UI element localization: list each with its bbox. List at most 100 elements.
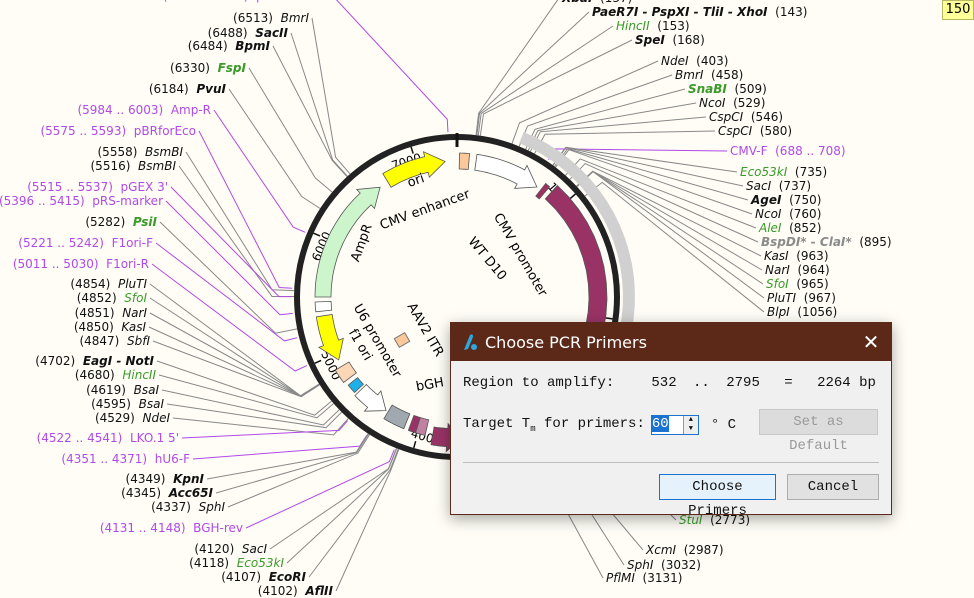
enzyme-site-label[interactable]: (4595) BsaI	[91, 397, 164, 411]
enzyme-site-label[interactable]: (4851) NarI	[75, 306, 147, 320]
enzyme-site-label[interactable]: PluTI (967)	[767, 291, 836, 305]
label-connector	[475, 0, 559, 136]
tm-stepper-arrows[interactable]: ▲ ▼	[682, 416, 698, 434]
enzyme-site-label[interactable]: SphI (3032)	[627, 558, 701, 572]
enzyme-site-label[interactable]: SpeI (168)	[635, 33, 705, 47]
site-name: pGEX 3'	[120, 180, 168, 194]
site-position: (4131 .. 4148)	[99, 521, 186, 535]
site-name: Acc65I	[168, 486, 213, 500]
site-position: (4529)	[94, 411, 135, 425]
enzyme-site-label[interactable]: BlpI (1056)	[767, 305, 837, 319]
enzyme-site-label[interactable]: BspDI* - ClaI* (895)	[761, 235, 892, 249]
primer-label[interactable]: (5515 .. 5537) pGEX 3'	[27, 180, 168, 194]
primer-label[interactable]: (5984 .. 6003) Amp-R	[77, 103, 211, 117]
enzyme-site-label[interactable]: PaeR7I - PspXI - TliI - XhoI (143)	[592, 5, 807, 19]
enzyme-site-label[interactable]: (4120) SacI	[194, 542, 267, 556]
enzyme-site-label[interactable]: Eco53kI (735)	[740, 165, 827, 179]
choose-primers-button[interactable]: Choose Primers	[659, 474, 776, 519]
site-position: (529)	[733, 96, 766, 110]
stepper-down-icon[interactable]: ▼	[684, 425, 698, 434]
enzyme-site-label[interactable]: BmrI (458)	[675, 68, 743, 82]
enzyme-site-label[interactable]: (4850) KasI	[74, 320, 146, 334]
enzyme-site-label[interactable]: CspCI (546)	[709, 110, 783, 124]
enzyme-site-label[interactable]: (4680) HincII	[75, 368, 156, 382]
tm-input[interactable]: 60	[651, 416, 683, 434]
primer-label[interactable]: (7286 .. 7305) pBR322ori-F	[163, 0, 330, 3]
enzyme-site-label[interactable]: (4529) NdeI	[95, 411, 170, 425]
enzyme-site-label[interactable]: AleI (852)	[759, 221, 821, 235]
enzyme-site-label[interactable]: (6484) BpmI	[188, 39, 270, 53]
tm-stepper[interactable]: 60 ▲ ▼	[650, 415, 699, 435]
enzyme-site-label[interactable]: SacI (737)	[746, 179, 811, 193]
site-name: F1ori-R	[106, 257, 149, 271]
primer-label[interactable]: CMV-F (688 .. 708)	[730, 144, 846, 158]
site-name: SacII	[255, 26, 288, 40]
primer-label[interactable]: (5396 .. 5415) pRS-marker	[0, 194, 163, 208]
u6-arrow-feature[interactable]	[354, 383, 387, 412]
tick-mark	[314, 359, 322, 365]
enzyme-site-label[interactable]: NcoI (529)	[699, 96, 765, 110]
enzyme-site-label[interactable]: (6330) FspI	[170, 61, 246, 75]
site-name: BspDI* - ClaI*	[761, 235, 852, 249]
enzyme-site-label[interactable]: (4337) SphI	[151, 500, 225, 514]
enzyme-site-label[interactable]: (4854) PluTI	[70, 277, 147, 291]
enzyme-site-label[interactable]: (5516) BsmBI	[91, 159, 177, 173]
stepper-up-icon[interactable]: ▲	[684, 416, 698, 425]
site-position: (5011 .. 5030)	[12, 257, 99, 271]
enzyme-site-label[interactable]: (4619) BsaI	[86, 383, 159, 397]
enzyme-site-label[interactable]: NdeI (403)	[661, 54, 728, 68]
site-name: BGH-rev	[193, 521, 243, 535]
site-name: SphI	[627, 558, 654, 572]
site-position: (5396 .. 5415)	[0, 194, 85, 208]
enzyme-site-label[interactable]: (4118) Eco53kI	[189, 556, 284, 570]
enzyme-site-label[interactable]: (4852) SfoI	[77, 291, 147, 305]
site-name: SfoI	[766, 277, 789, 291]
app-icon	[464, 334, 477, 350]
site-position: (5282)	[85, 215, 126, 229]
primer-label[interactable]: (5221 .. 5242) F1ori-F	[18, 236, 153, 250]
small-feature-box[interactable]	[458, 152, 471, 170]
tm-value[interactable]: 60	[651, 416, 669, 432]
enzyme-site-label[interactable]: (6513) BmrI	[233, 11, 309, 25]
enzyme-site-label[interactable]: (4702) EagI - NotI	[35, 354, 154, 368]
set-as-default-button[interactable]: Set as Default	[759, 409, 878, 454]
enzyme-site-label[interactable]: KasI (963)	[764, 249, 829, 263]
primer-label[interactable]: (5011 .. 5030) F1ori-R	[13, 257, 149, 271]
enzyme-site-label[interactable]: (5282) PsiI	[85, 215, 157, 229]
cmv-enhancer-feature[interactable]	[474, 153, 538, 189]
enzyme-site-label[interactable]: XcmI (2987)	[646, 543, 724, 557]
enzyme-site-label[interactable]: SfoI (965)	[766, 277, 829, 291]
enzyme-site-label[interactable]: (4349) KpnI	[126, 472, 204, 486]
site-name: CMV-F	[730, 144, 768, 158]
enzyme-site-label[interactable]: (6184) PvuI	[149, 82, 226, 96]
aav2-itr-feature[interactable]	[393, 331, 411, 349]
cancel-button[interactable]: Cancel	[787, 474, 879, 500]
ampr-start-box[interactable]	[314, 300, 333, 313]
enzyme-site-label[interactable]: (6488) SacII	[208, 26, 288, 40]
enzyme-site-label[interactable]: NarI (964)	[765, 263, 830, 277]
enzyme-site-label[interactable]: (5558) BsmBI	[98, 145, 184, 159]
primer-label[interactable]: (4131 .. 4148) BGH-rev	[100, 521, 243, 535]
enzyme-site-label[interactable]: PflMI (3131)	[606, 571, 682, 585]
enzyme-site-label[interactable]: AgeI (750)	[751, 193, 821, 207]
bgh-feature[interactable]	[383, 404, 411, 430]
site-position: (4851)	[74, 306, 115, 320]
enzyme-site-label[interactable]: (4847) SbfI	[79, 334, 150, 348]
enzyme-site-label[interactable]: NcoI (760)	[755, 207, 821, 221]
site-position: (737)	[778, 179, 812, 193]
dialog-title-bar[interactable]: Choose PCR Primers ✕	[451, 323, 891, 361]
primer-label[interactable]: (4351 .. 4371) hU6-F	[61, 452, 190, 466]
enzyme-site-label[interactable]: (4107) EcoRI	[221, 570, 306, 584]
enzyme-site-label[interactable]: CspCI (580)	[718, 124, 792, 138]
site-position: (4107)	[221, 570, 262, 584]
site-name: hU6-F	[154, 452, 190, 466]
enzyme-site-label[interactable]: HincII (153)	[616, 19, 690, 33]
tick-mark	[605, 317, 613, 320]
primer-label[interactable]: (5575 .. 5593) pBRforEco	[40, 124, 196, 138]
enzyme-site-label[interactable]: (4345) Acc65I	[121, 486, 213, 500]
primer-label[interactable]: (4522 .. 4541) LKO.1 5'	[37, 431, 179, 445]
close-icon[interactable]: ✕	[851, 330, 891, 354]
enzyme-site-label[interactable]: SnaBI (509)	[688, 82, 767, 96]
label-connector	[479, 39, 633, 136]
site-position: (4118)	[189, 556, 230, 570]
